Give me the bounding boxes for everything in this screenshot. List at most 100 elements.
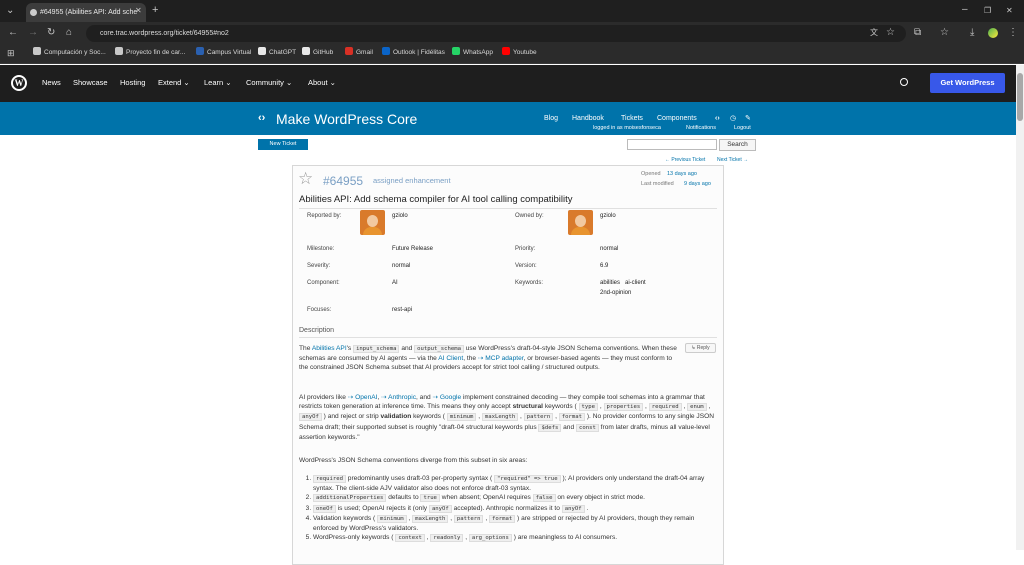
bookmark-label: Proyecto fin de car...: [126, 49, 186, 56]
home-icon[interactable]: ⌂: [66, 28, 72, 38]
github-icon: [302, 47, 310, 55]
keywords-value-2[interactable]: 2nd-opinion: [600, 289, 631, 297]
wordpress-favicon-icon: [30, 9, 37, 16]
bookmark-1[interactable]: Computación y Soc...: [33, 47, 106, 59]
reported-by-label: Reported by:: [307, 213, 342, 219]
logged-in-as[interactable]: logged in as moisesfonseca: [593, 125, 661, 132]
code-icon[interactable]: ‹›: [715, 114, 720, 123]
reporter-avatar: [360, 210, 385, 235]
maximize-icon[interactable]: ❐: [984, 6, 991, 16]
scrollbar-thumb[interactable]: [1017, 73, 1023, 121]
nav-community[interactable]: Community ⌄: [246, 78, 292, 88]
description-list: required predominantly uses draft-03 per…: [299, 474, 719, 543]
bookmark-label: ChatGPT: [269, 49, 297, 56]
tab-title: #64955 (Abilities API: Add sche: [40, 9, 138, 16]
browser-tab-active[interactable]: #64955 (Abilities API: Add sche: [26, 3, 146, 22]
translate-icon[interactable]: 文: [870, 28, 878, 38]
description-paragraph-2: AI providers like ⇢ OpenAI, ⇢ Anthropic,…: [299, 394, 714, 441]
apps-grid-icon[interactable]: ⊞: [7, 48, 15, 58]
bookmark-7[interactable]: Outlook | Fidélitas: [382, 47, 445, 59]
bookmark-3[interactable]: Campus Virtual: [196, 47, 251, 59]
divider: [299, 337, 717, 338]
campus-icon: [196, 47, 204, 55]
nav-showcase[interactable]: Showcase: [73, 78, 108, 88]
divider: [299, 208, 717, 209]
outlook-icon: [382, 47, 390, 55]
version-label: Version:: [515, 263, 537, 269]
previous-ticket-link[interactable]: ← Previous Ticket: [665, 157, 705, 163]
forward-icon[interactable]: →: [28, 28, 38, 38]
bookmark-6[interactable]: Gmail: [345, 47, 373, 59]
modified-label: Last modified: [641, 181, 674, 187]
search-input[interactable]: [627, 139, 717, 150]
nav-news[interactable]: News: [42, 78, 61, 88]
make-link-components[interactable]: Components: [657, 114, 697, 123]
notifications-link[interactable]: Notifications: [686, 125, 716, 132]
edit-icon[interactable]: ✎: [745, 114, 751, 123]
next-ticket-link[interactable]: Next Ticket →: [717, 157, 748, 163]
new-tab-icon[interactable]: +: [152, 5, 158, 16]
nav-hosting[interactable]: Hosting: [120, 78, 145, 88]
priority-label: Priority:: [515, 246, 536, 252]
bookmark-label: Youtube: [513, 49, 537, 56]
bookmark-label: Computación y Soc...: [44, 49, 106, 56]
minimize-icon[interactable]: –: [962, 5, 968, 15]
make-core-title[interactable]: Make WordPress Core: [276, 110, 417, 128]
url-input[interactable]: core.trac.wordpress.org/ticket/64955#no2: [86, 25, 906, 42]
downloads-icon[interactable]: ⤓: [970, 28, 974, 38]
search-button[interactable]: Search: [719, 139, 756, 151]
make-link-blog[interactable]: Blog: [544, 114, 558, 123]
close-window-icon[interactable]: ✕: [1006, 6, 1013, 16]
nav-learn[interactable]: Learn ⌄: [204, 78, 232, 88]
component-value[interactable]: AI: [392, 279, 398, 287]
reply-button[interactable]: ↳ Reply: [685, 343, 716, 353]
milestone-value[interactable]: Future Release: [392, 245, 433, 253]
opened-label: Opened: [641, 171, 661, 177]
make-link-handbook[interactable]: Handbook: [572, 114, 604, 123]
history-icon[interactable]: ◷: [730, 114, 736, 123]
search-icon[interactable]: [900, 78, 908, 86]
back-icon[interactable]: ←: [8, 28, 18, 38]
get-wordpress-button[interactable]: Get WordPress: [930, 73, 1005, 93]
bookmark-star-icon[interactable]: ☆: [886, 28, 895, 38]
bookmark-label: WhatsApp: [463, 49, 493, 56]
make-header: [0, 102, 1016, 135]
version-value: 6.9: [600, 263, 609, 269]
component-label: Component:: [307, 280, 340, 286]
gmail-icon: [345, 47, 353, 55]
close-tab-icon[interactable]: ✕: [135, 6, 142, 16]
focuses-label: Focuses:: [307, 307, 332, 313]
reading-list-icon[interactable]: ☆: [940, 28, 949, 38]
nav-extend[interactable]: Extend ⌄: [158, 78, 190, 88]
tab-search-icon[interactable]: ⌄: [6, 6, 14, 16]
page-scrollbar[interactable]: [1016, 65, 1024, 550]
bookmark-8[interactable]: WhatsApp: [452, 47, 493, 59]
bookmark-2[interactable]: Proyecto fin de car...: [115, 47, 185, 59]
keywords-value[interactable]: abilities ai-client: [600, 279, 646, 287]
make-link-tickets[interactable]: Tickets: [621, 114, 643, 123]
wordpress-org-nav: [0, 65, 1016, 102]
keywords-label: Keywords:: [515, 280, 544, 286]
owned-by-value[interactable]: gziolo: [600, 212, 616, 220]
reported-by-value[interactable]: gziolo: [392, 212, 408, 220]
star-icon[interactable]: ☆: [298, 170, 313, 188]
new-ticket-button[interactable]: New Ticket: [258, 139, 308, 150]
extensions-icon[interactable]: ⧉: [914, 28, 921, 38]
severity-value: normal: [392, 263, 411, 269]
modified-ago[interactable]: 9 days ago: [684, 181, 711, 188]
focuses-value[interactable]: rest-api: [392, 306, 412, 314]
bookmark-label: Gmail: [356, 49, 373, 56]
owner-avatar: [568, 210, 593, 235]
wordpress-logo-icon[interactable]: W: [11, 75, 27, 91]
logout-link[interactable]: Logout: [734, 125, 751, 132]
reload-icon[interactable]: ↻: [47, 28, 55, 38]
bookmark-label: GitHub: [313, 49, 334, 56]
menu-kebab-icon[interactable]: ⋮: [1008, 28, 1018, 38]
profile-avatar[interactable]: [988, 28, 998, 38]
owned-by-label: Owned by:: [515, 213, 544, 219]
opened-ago[interactable]: 13 days ago: [667, 171, 697, 178]
bookmark-9[interactable]: Youtube: [502, 47, 537, 59]
bookmark-4[interactable]: ChatGPT: [258, 47, 296, 59]
bookmark-5[interactable]: GitHub: [302, 47, 333, 59]
nav-about[interactable]: About ⌄: [308, 78, 336, 88]
